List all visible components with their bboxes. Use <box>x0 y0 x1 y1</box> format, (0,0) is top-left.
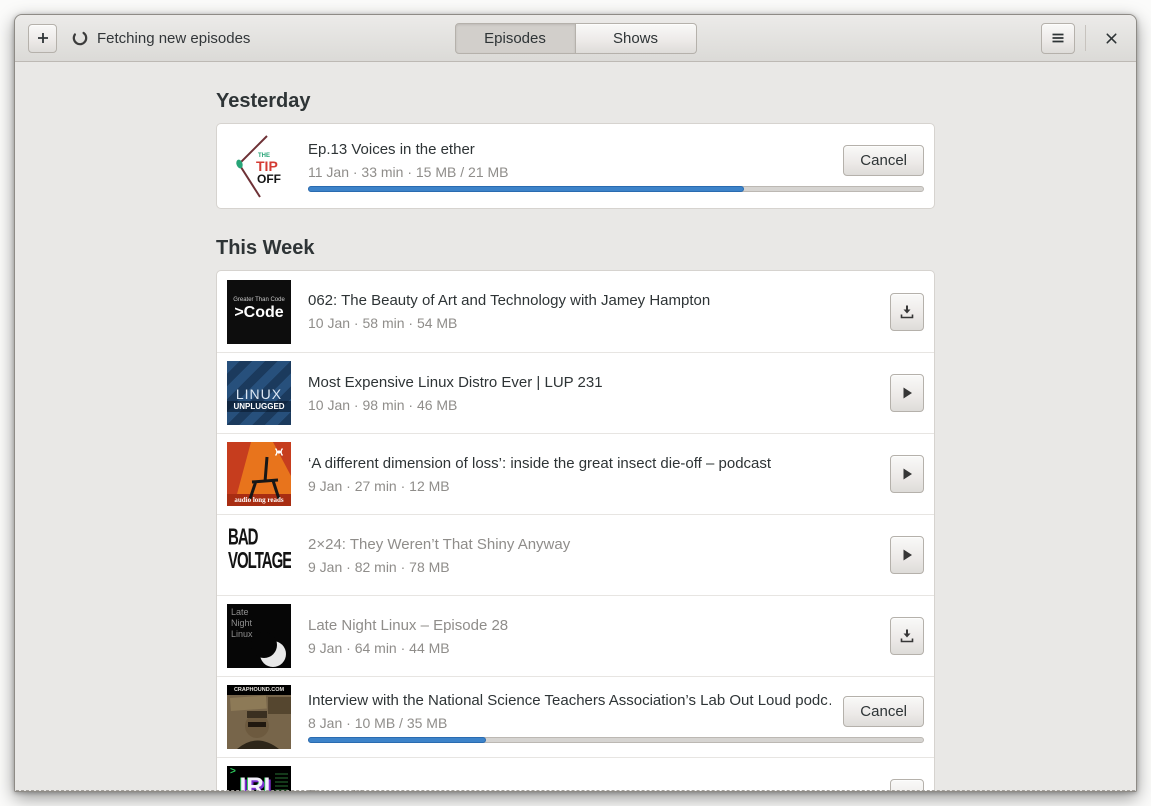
cover-art-the-tip-off: THE TIP OFF <box>227 134 291 198</box>
cover-text: >Code <box>234 303 284 321</box>
episode-row: CRAPHOUND.COM Interview with the Nationa… <box>217 676 934 757</box>
episode-title: Late Night Linux – Episode 28 <box>308 616 509 634</box>
episode-meta: 10 Jan · 98 min · 46 MB <box>308 396 458 413</box>
episode-row: LINUX UNPLUGGED Most Expensive Linux Dis… <box>217 352 934 433</box>
cover-text: BAD VOLTAGE <box>228 524 291 575</box>
cover-art-irl: > IRL <box>227 766 291 791</box>
play-button[interactable] <box>890 455 924 493</box>
cover-text: OFF <box>257 172 281 186</box>
episode-title: Ep.13 Voices in the ether <box>308 140 475 158</box>
yesterday-card: THE TIP OFF Ep.13 Voices in the ether 11… <box>216 123 935 209</box>
window-close-button[interactable] <box>1096 23 1126 53</box>
play-icon <box>903 468 912 480</box>
window-close-icon <box>1105 32 1117 44</box>
section-heading-yesterday: Yesterday <box>216 90 311 112</box>
play-icon <box>903 387 912 399</box>
cancel-download-button[interactable]: Cancel <box>843 144 924 176</box>
hamburger-menu-icon <box>1052 33 1064 43</box>
titlebar: Fetching new episodes Episodes Shows <box>15 15 1136 62</box>
spinner-icon <box>72 30 88 46</box>
episode-meta: 11 Jan · 33 min · 15 MB / 21 MB <box>308 163 509 180</box>
add-podcast-button[interactable] <box>28 23 57 53</box>
download-icon <box>900 305 914 318</box>
play-icon <box>903 549 912 561</box>
episode-row: Greater Than Code >Code 062: The Beauty … <box>217 271 934 352</box>
episode-title: Interview with the National Science Teac… <box>308 691 832 709</box>
episode-title: Most Expensive Linux Distro Ever | LUP 2… <box>308 373 603 391</box>
episode-row: BAD VOLTAGE 2×24: They Weren’t That Shiny… <box>217 514 934 595</box>
episode-title: 2×24: They Weren’t That Shiny Anyway <box>308 535 571 553</box>
download-icon <box>900 629 914 643</box>
download-button[interactable] <box>890 292 924 331</box>
tab-episodes[interactable]: Episodes <box>454 23 576 54</box>
titlebar-right-controls <box>1041 22 1126 54</box>
cover-art-linux-unplugged: LINUX UNPLUGGED <box>227 361 291 425</box>
plus-icon <box>37 33 48 43</box>
cover-text: Late Night Linux <box>231 607 253 639</box>
cover-text: audio long reads <box>234 496 284 504</box>
download-progress-fill <box>308 736 487 743</box>
crescent-moon-graphic <box>251 632 286 667</box>
episode-title: 062: The Beauty of Art and Technology wi… <box>308 292 711 309</box>
episode-meta: 10 Jan · 58 min · 54 MB <box>308 315 458 331</box>
episode-meta: 8 Jan · 10 MB / 35 MB <box>308 714 448 731</box>
episode-title: ‘A different dimension of loss’: inside … <box>308 454 772 472</box>
episode-row: > IRL Bot or Not <box>217 757 934 791</box>
cover-art-greater-than-code: Greater Than Code >Code <box>227 279 291 344</box>
episode-meta: 9 Jan · 64 min · 44 MB <box>308 639 450 656</box>
download-progress-fill <box>308 185 744 192</box>
download-progress-bar <box>308 185 924 192</box>
cover-art-craphound: CRAPHOUND.COM <box>227 685 291 749</box>
download-button[interactable] <box>890 617 924 655</box>
tab-shows[interactable]: Shows <box>575 23 697 54</box>
cover-text: Greater Than Code <box>233 296 285 303</box>
episode-meta: 9 Jan · 27 min · 12 MB <box>308 477 450 494</box>
download-progress-bar <box>308 736 924 743</box>
cancel-download-button[interactable]: Cancel <box>843 695 924 727</box>
play-button[interactable] <box>890 536 924 574</box>
cover-text: CRAPHOUND.COM <box>227 685 291 695</box>
episode-meta: 9 Jan · 82 min · 78 MB <box>308 558 450 575</box>
episodes-scroll-area[interactable]: Yesterday THE TIP OFF Ep.13 Voices in th… <box>15 62 1136 791</box>
episode-row: THE TIP OFF Ep.13 Voices in the ether 11… <box>217 124 934 208</box>
view-switcher: Episodes Shows <box>454 23 697 54</box>
cover-text: UNPLUGGED <box>227 401 291 412</box>
glitch-noise-graphic <box>275 771 288 791</box>
cover-art-bad-voltage: BAD VOLTAGE <box>227 523 291 587</box>
episode-row: audio long reads ‘A different dimension … <box>217 433 934 514</box>
menu-button[interactable] <box>1041 22 1075 54</box>
scroll-undershoot-indicator <box>16 790 1135 791</box>
cover-art-audio-long-reads: audio long reads <box>227 442 291 506</box>
titlebar-separator <box>1085 25 1086 51</box>
cover-text: LINUX <box>235 386 283 402</box>
episode-row: Late Night Linux Late Night Linux – Episod… <box>217 595 934 676</box>
this-week-card: Greater Than Code >Code 062: The Beauty … <box>216 270 935 791</box>
cover-art-late-night-linux: Late Night Linux <box>227 604 291 668</box>
section-heading-this-week: This Week <box>216 237 315 259</box>
app-window: Fetching new episodes Episodes Shows Yes… <box>14 14 1137 792</box>
status-text: Fetching new episodes <box>97 29 251 47</box>
play-button[interactable] <box>890 374 924 412</box>
